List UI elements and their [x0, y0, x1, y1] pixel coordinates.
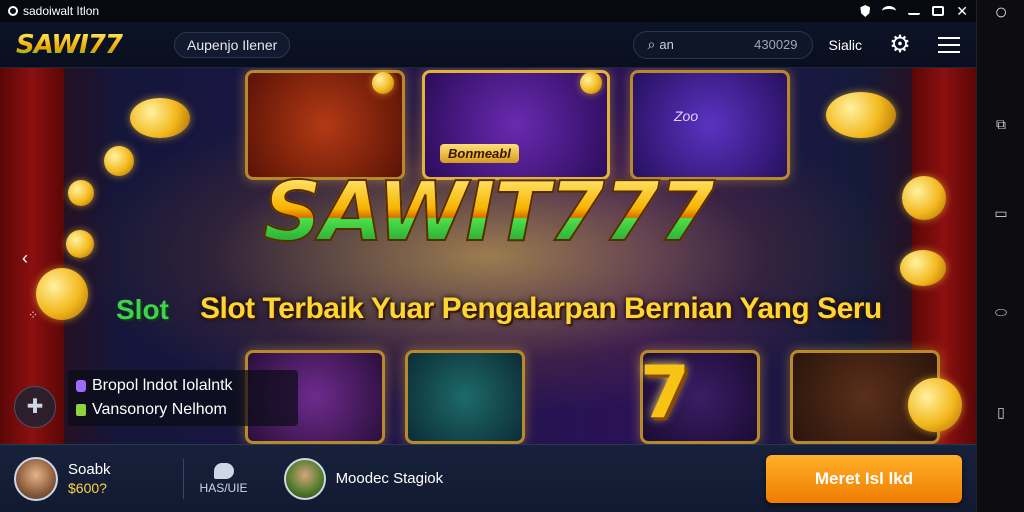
chat-label: HAS/UIE [199, 480, 248, 495]
app-icon [8, 6, 18, 16]
puzzle-icon[interactable]: ✚ [14, 386, 56, 428]
chat-button[interactable]: HAS/UIE [199, 462, 248, 495]
app-name: sadoiwalt Itlon [23, 4, 100, 18]
slot-word: Slot [116, 294, 169, 325]
search-number: 430029 [754, 37, 798, 52]
logo[interactable]: SAWI77 [16, 30, 126, 60]
menu-icon[interactable] [938, 36, 960, 53]
maximize-icon[interactable] [932, 6, 945, 16]
coin-icon [908, 378, 962, 432]
slot-tile [405, 350, 525, 444]
close-icon[interactable]: ✕ [956, 3, 968, 20]
back-icon[interactable]: ▭ [991, 203, 1011, 223]
slot-tile [630, 70, 790, 180]
carousel-dots[interactable]: ⁘ [28, 308, 38, 322]
seven-symbol: 7 [640, 350, 691, 434]
search-input[interactable]: ⌕ an 430029 [632, 30, 813, 59]
header-pill[interactable]: Aupenjo Ilener [174, 31, 291, 58]
search-icon: ⌕ [647, 36, 656, 52]
divider [182, 458, 184, 499]
trash-icon[interactable]: ▯ [991, 402, 1011, 422]
shield-icon [860, 5, 871, 17]
app-header: SAWI77 Aupenjo Ilener ⌕ an 430029 Sialic… [0, 22, 976, 68]
recent-apps-icon[interactable]: ⧉ [991, 114, 1011, 134]
search-value: an [659, 37, 674, 52]
user-balance: $600? [68, 479, 107, 496]
coin-icon [130, 98, 190, 138]
player-name: Moodec Stagiok [335, 470, 444, 487]
gem-icon [76, 380, 86, 392]
coin-icon [580, 72, 602, 94]
tile-label: Zoo [674, 108, 699, 124]
cta-button[interactable]: Meret Isl lkd [766, 454, 962, 503]
info-box: Bropol lndot Iolalntk Vansonory Nelhom [68, 370, 298, 426]
user-name: Soabk [68, 460, 111, 478]
status-bar: sadoiwalt Itlon ✕ [0, 0, 976, 22]
user-info: Soabk $600? [68, 461, 111, 497]
coin-icon [372, 72, 394, 94]
avatar[interactable] [14, 456, 58, 501]
hero-title: SAWIT777 [0, 167, 976, 259]
tile-label: Bonmeabl [440, 144, 519, 163]
header-label[interactable]: Sialic [829, 37, 862, 53]
coin-icon [36, 268, 88, 320]
coin-icon [826, 92, 896, 138]
gear-icon[interactable]: ⚙ [888, 32, 912, 57]
hero-banner[interactable]: Bonmeabl Zoo SAWIT777 Slot Slot Terbaik … [0, 68, 976, 444]
player-avatar[interactable] [283, 457, 326, 500]
left-arrow-icon[interactable]: ‹ [22, 248, 28, 269]
hero-subtitle: Slot Terbaik Yuar Pengalarpan Bernian Ya… [200, 292, 882, 325]
home-icon[interactable]: ○ [991, 1, 1011, 23]
leaf-icon [76, 404, 86, 416]
info-line: Bropol lndot Iolalntk [92, 377, 233, 394]
wifi-icon [882, 6, 897, 16]
info-line: Vansonory Nelhom [92, 401, 227, 418]
chat-icon [213, 462, 234, 479]
nav-rail: ○ ⧉ ▭ ⬭ ▯ [976, 0, 1024, 512]
tabs-icon[interactable]: ⬭ [991, 302, 1011, 322]
bottom-bar: Soabk $600? HAS/UIE Moodec Stagiok Meret… [0, 444, 976, 512]
minimize-icon[interactable] [908, 7, 921, 15]
